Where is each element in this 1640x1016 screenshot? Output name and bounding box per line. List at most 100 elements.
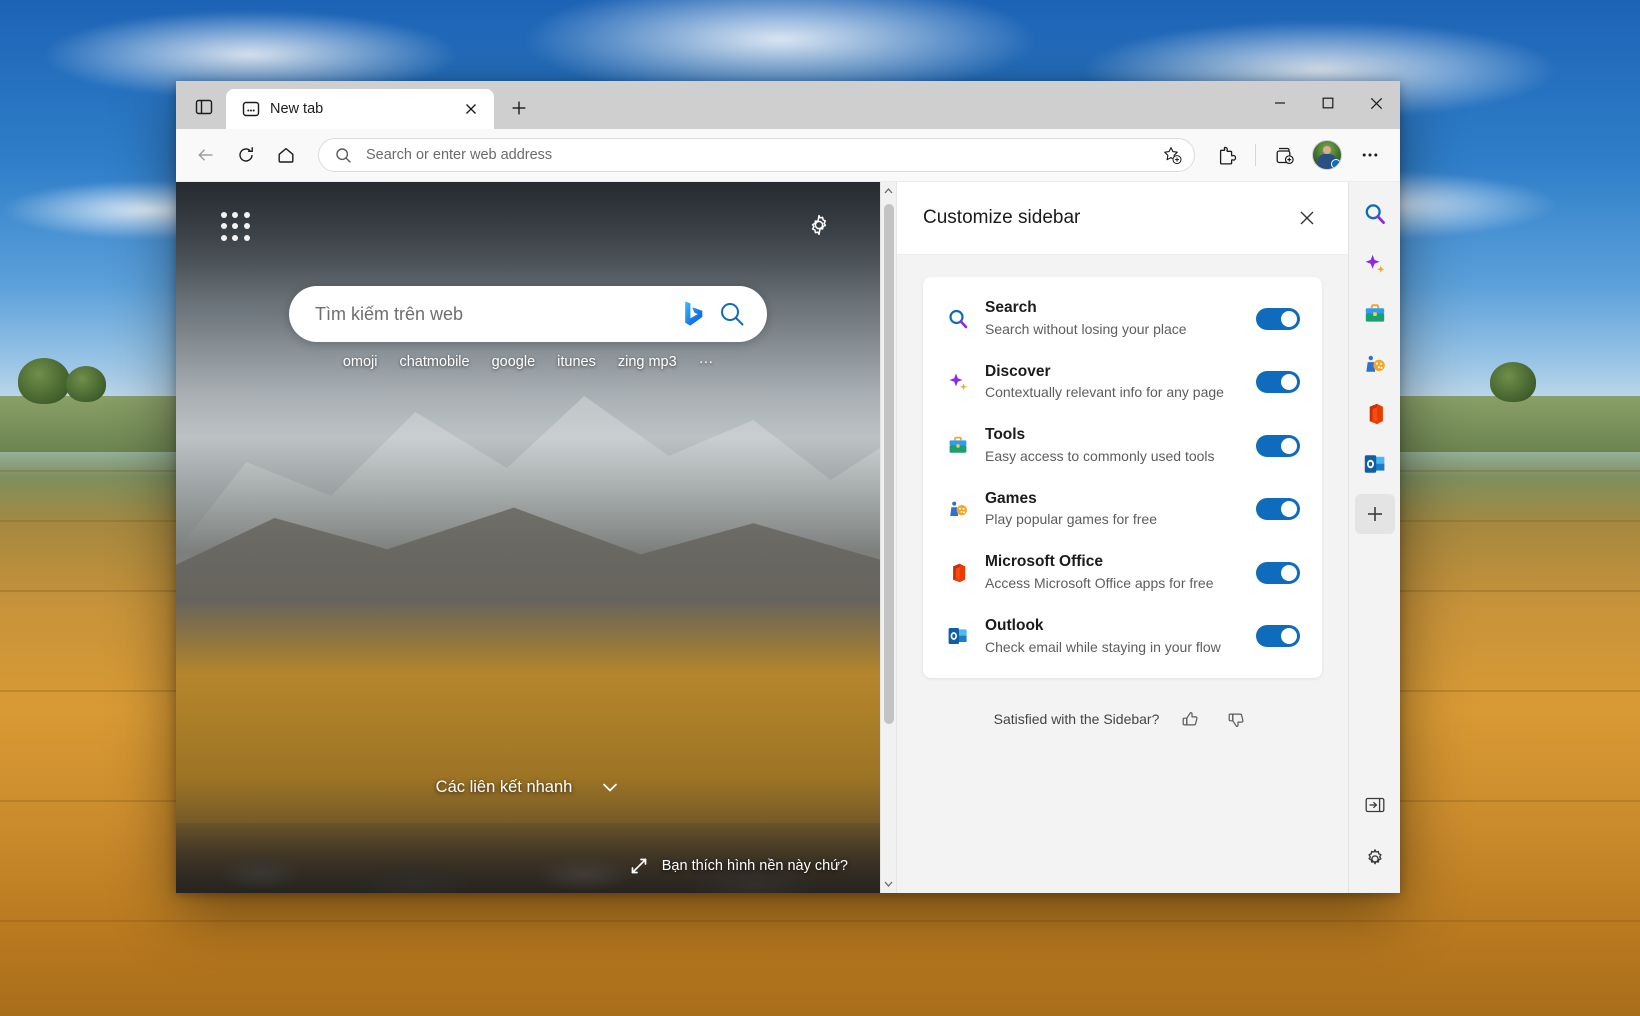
panel-row-outlook[interactable]: Outlook Check email while staying in you… (923, 605, 1322, 669)
tab-new-tab[interactable]: New tab (226, 89, 494, 129)
suggestion-chip[interactable]: zing mp3 (618, 354, 677, 370)
panel-row-text: Tools Easy access to commonly used tools (985, 425, 1242, 467)
thumbs-up-icon (1182, 711, 1198, 726)
ellipsis-icon (1362, 153, 1378, 157)
profile-avatar[interactable] (1312, 140, 1342, 170)
rail-item-games[interactable] (1355, 344, 1395, 384)
panel-row-microsoft-office[interactable]: Microsoft Office Access Microsoft Office… (923, 541, 1322, 605)
add-favorite-button[interactable] (1156, 140, 1188, 170)
thumbs-down-icon (1228, 713, 1244, 727)
panel-row-search[interactable]: Search Search without losing your place (923, 287, 1322, 351)
suggestion-chip[interactable]: google (492, 354, 536, 370)
panel-row-text: Discover Contextually relevant info for … (985, 362, 1242, 404)
tab-actions-icon (195, 99, 213, 115)
close-icon (1370, 97, 1382, 109)
toggle-discover[interactable] (1256, 371, 1300, 394)
collections-button[interactable] (1266, 137, 1302, 173)
window-close-button[interactable] (1352, 81, 1400, 125)
discover-sparkle-icon (945, 369, 971, 395)
tree (66, 366, 106, 402)
content-area: Tìm kiếm trên web omoji chatmobile googl… (176, 182, 1400, 893)
bing-chat-button[interactable] (677, 297, 711, 331)
refresh-icon (239, 147, 253, 162)
panel-row-title: Discover (985, 362, 1051, 380)
rail-item-tools[interactable] (1355, 294, 1395, 334)
suggestion-chip-more[interactable]: ··· (699, 354, 714, 370)
quick-links-label: Các liên kết nhanh (435, 777, 573, 796)
thumbs-down-button[interactable] (1221, 704, 1251, 734)
home-button[interactable] (268, 137, 304, 173)
tree (1490, 362, 1536, 402)
new-tab-page-icon (242, 100, 260, 118)
panel-row-text: Outlook Check email while staying in you… (985, 616, 1242, 658)
rail-item-discover[interactable] (1355, 244, 1395, 284)
refresh-button[interactable] (228, 137, 264, 173)
tab-title: New tab (270, 101, 324, 117)
new-tab-button[interactable] (502, 91, 536, 125)
thumbs-up-button[interactable] (1175, 704, 1205, 734)
microsoft-office-icon (1369, 403, 1383, 425)
suggestion-chip[interactable]: omoji (343, 354, 378, 370)
rail-item-outlook[interactable] (1355, 444, 1395, 484)
panel-row-games[interactable]: Games Play popular games for free (923, 478, 1322, 542)
avatar-head (1323, 146, 1331, 154)
maximize-button[interactable] (1304, 81, 1352, 125)
address-bar-placeholder: Search or enter web address (366, 147, 553, 163)
gear-icon (811, 214, 827, 236)
page-scrollbar[interactable] (880, 182, 896, 893)
toggle-games[interactable] (1256, 498, 1300, 521)
toggle-outlook[interactable] (1256, 625, 1300, 648)
gear-icon (1367, 849, 1382, 865)
toggle-search[interactable] (1256, 307, 1300, 330)
panel-row-desc: Contextually relevant info for any page (985, 384, 1224, 401)
toggle-microsoft-office[interactable] (1256, 561, 1300, 584)
panel-row-desc: Check email while staying in your flow (985, 638, 1221, 655)
quick-links-toggle[interactable]: Các liên kết nhanh (176, 777, 880, 797)
panel-header: Customize sidebar (897, 182, 1348, 255)
panel-body: Search Search without losing your place (897, 255, 1348, 893)
app-launcher-button[interactable] (221, 212, 251, 242)
rail-add-button[interactable] (1354, 494, 1395, 534)
minimize-button[interactable] (1256, 81, 1304, 125)
browser-window: New tab Search or enter web address Tìm … (176, 81, 1400, 893)
feedback-section: Satisfied with the Sidebar? (923, 704, 1322, 734)
discover-sparkle-icon (1365, 254, 1384, 273)
scroll-down-arrow-icon[interactable] (884, 879, 893, 888)
extensions-button[interactable] (1209, 137, 1245, 173)
grid-dot (243, 223, 250, 230)
panel-row-discover[interactable]: Discover Contextually relevant info for … (923, 351, 1322, 415)
back-button[interactable] (188, 137, 224, 173)
page-settings-button[interactable] (802, 208, 836, 242)
toggle-knob (1281, 310, 1297, 327)
rail-item-microsoft-office[interactable] (1355, 394, 1395, 434)
tab-actions-button[interactable] (182, 87, 226, 127)
tree (18, 358, 70, 404)
scrollbar-thumb[interactable] (884, 204, 894, 724)
settings-and-more-button[interactable] (1352, 137, 1388, 173)
panel-close-button[interactable] (1290, 201, 1324, 235)
search-submit-button[interactable] (711, 293, 753, 335)
customize-sidebar-panel: Customize sidebar Search Search without … (896, 182, 1348, 893)
panel-row-text: Microsoft Office Access Microsoft Office… (985, 552, 1242, 594)
search-icon (1365, 204, 1385, 225)
rail-settings-button[interactable] (1355, 839, 1395, 879)
panel-title: Customize sidebar (923, 207, 1081, 228)
tab-close-button[interactable] (458, 96, 484, 122)
panel-row-desc: Easy access to commonly used tools (985, 447, 1215, 464)
suggestion-chip[interactable]: itunes (557, 354, 596, 370)
toggle-tools[interactable] (1256, 434, 1300, 457)
search-area: Tìm kiếm trên web omoji chatmobile googl… (176, 286, 880, 370)
toggle-knob (1281, 437, 1297, 454)
favorite-star-icon (1163, 146, 1181, 164)
address-bar[interactable]: Search or enter web address (318, 138, 1195, 172)
suggestion-chip[interactable]: chatmobile (399, 354, 469, 370)
panel-row-text: Games Play popular games for free (985, 489, 1242, 531)
rail-item-search[interactable] (1355, 194, 1395, 234)
rail-collapse-button[interactable] (1355, 785, 1395, 825)
panel-row-tools[interactable]: Tools Easy access to commonly used tools (923, 414, 1322, 478)
extensions-puzzle-icon (1219, 146, 1236, 165)
wallpaper-prompt[interactable]: Bạn thích hình nền này chứ? (630, 857, 848, 875)
collections-icon (1276, 147, 1294, 164)
scroll-up-arrow-icon[interactable] (884, 187, 893, 196)
web-search-input[interactable]: Tìm kiếm trên web (289, 286, 767, 342)
